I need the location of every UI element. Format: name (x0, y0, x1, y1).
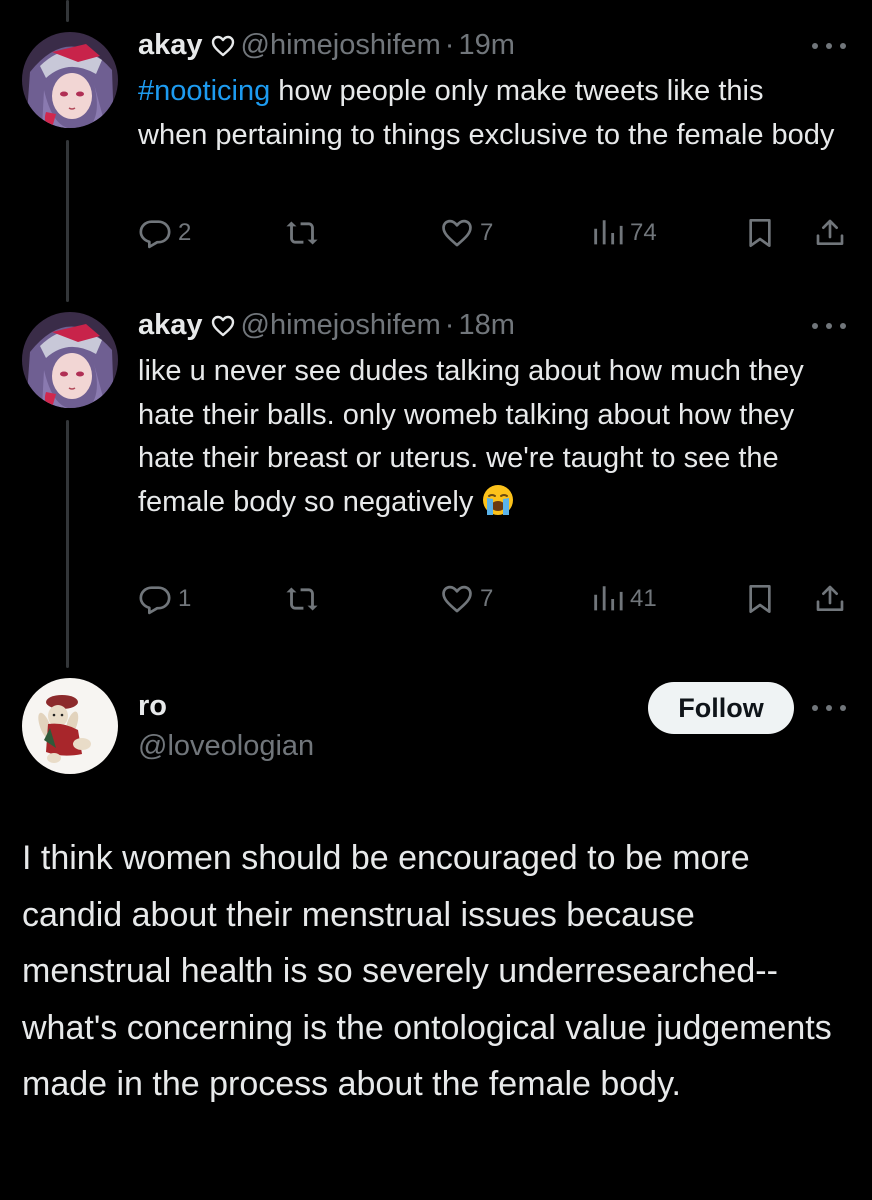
reply-count: 1 (178, 585, 192, 612)
like-icon (442, 585, 472, 613)
retweet-icon (286, 587, 318, 611)
views-icon (594, 220, 623, 245)
tweet-body: like u never see dudes talking about how… (138, 355, 804, 518)
reply-button[interactable]: 2 (138, 216, 191, 250)
reply-icon (139, 586, 171, 615)
timestamp[interactable]: 19m (458, 29, 514, 62)
avatar-akay[interactable] (22, 312, 118, 408)
bookmark-button[interactable] (744, 216, 776, 250)
retweet-icon (286, 221, 318, 245)
views-icon (594, 586, 623, 611)
like-icon (442, 219, 472, 247)
bookmark-icon (749, 219, 771, 247)
tweet-text: like u never see dudes talking about how… (138, 350, 828, 530)
author-handle[interactable]: @himejoshifem (241, 309, 441, 342)
like-count: 7 (480, 585, 494, 612)
verified-heart-icon (211, 315, 235, 337)
thread-connector-2 (66, 420, 69, 668)
reply-button[interactable]: 1 (138, 582, 191, 616)
verified-heart-icon (211, 35, 235, 57)
views-button[interactable]: 41 (590, 582, 657, 616)
separator: · (444, 29, 455, 61)
views-button[interactable]: 74 (590, 216, 657, 250)
share-icon (816, 219, 844, 245)
like-count: 7 (480, 219, 494, 246)
author-name[interactable]: akay (138, 29, 203, 62)
views-count: 41 (630, 585, 657, 612)
reply-count: 2 (178, 219, 192, 246)
follow-button[interactable]: Follow (648, 682, 794, 734)
main-tweet-text: I think women should be encouraged to be… (22, 839, 832, 1103)
thread-connector-top (66, 0, 69, 22)
timestamp[interactable]: 18m (458, 309, 514, 342)
retweet-button[interactable] (284, 582, 320, 616)
tweet-header: akay @himejoshifem · 18m (138, 309, 515, 342)
avatar-ro[interactable] (22, 678, 118, 774)
separator: · (444, 309, 455, 341)
share-button[interactable] (814, 216, 846, 250)
tweet-actions: 1 7 41 (138, 582, 848, 622)
tweet-header: akay @himejoshifem · 19m (138, 29, 515, 62)
like-button[interactable]: 7 (440, 216, 493, 250)
more-icon[interactable] (812, 41, 846, 51)
more-icon[interactable] (812, 703, 846, 713)
author-name[interactable]: akay (138, 309, 203, 342)
author-name[interactable]: ro (138, 690, 167, 723)
hashtag-link[interactable]: #nooticing (138, 75, 270, 107)
retweet-button[interactable] (284, 216, 320, 250)
bookmark-icon (749, 585, 771, 613)
views-count: 74 (630, 219, 657, 246)
share-icon (816, 585, 844, 611)
reply-icon (139, 220, 171, 249)
share-button[interactable] (814, 582, 846, 616)
bookmark-button[interactable] (744, 582, 776, 616)
tweet-text: #nooticing how people only make tweets l… (138, 70, 838, 157)
more-icon[interactable] (812, 321, 846, 331)
like-button[interactable]: 7 (440, 582, 493, 616)
avatar-akay[interactable] (22, 32, 118, 128)
thread-connector-1 (66, 140, 69, 302)
tweet-actions: 2 7 74 (138, 216, 848, 256)
loudly-crying-face-icon (481, 483, 515, 531)
author-handle[interactable]: @himejoshifem (241, 29, 441, 62)
author-handle[interactable]: @loveologian (138, 730, 314, 763)
